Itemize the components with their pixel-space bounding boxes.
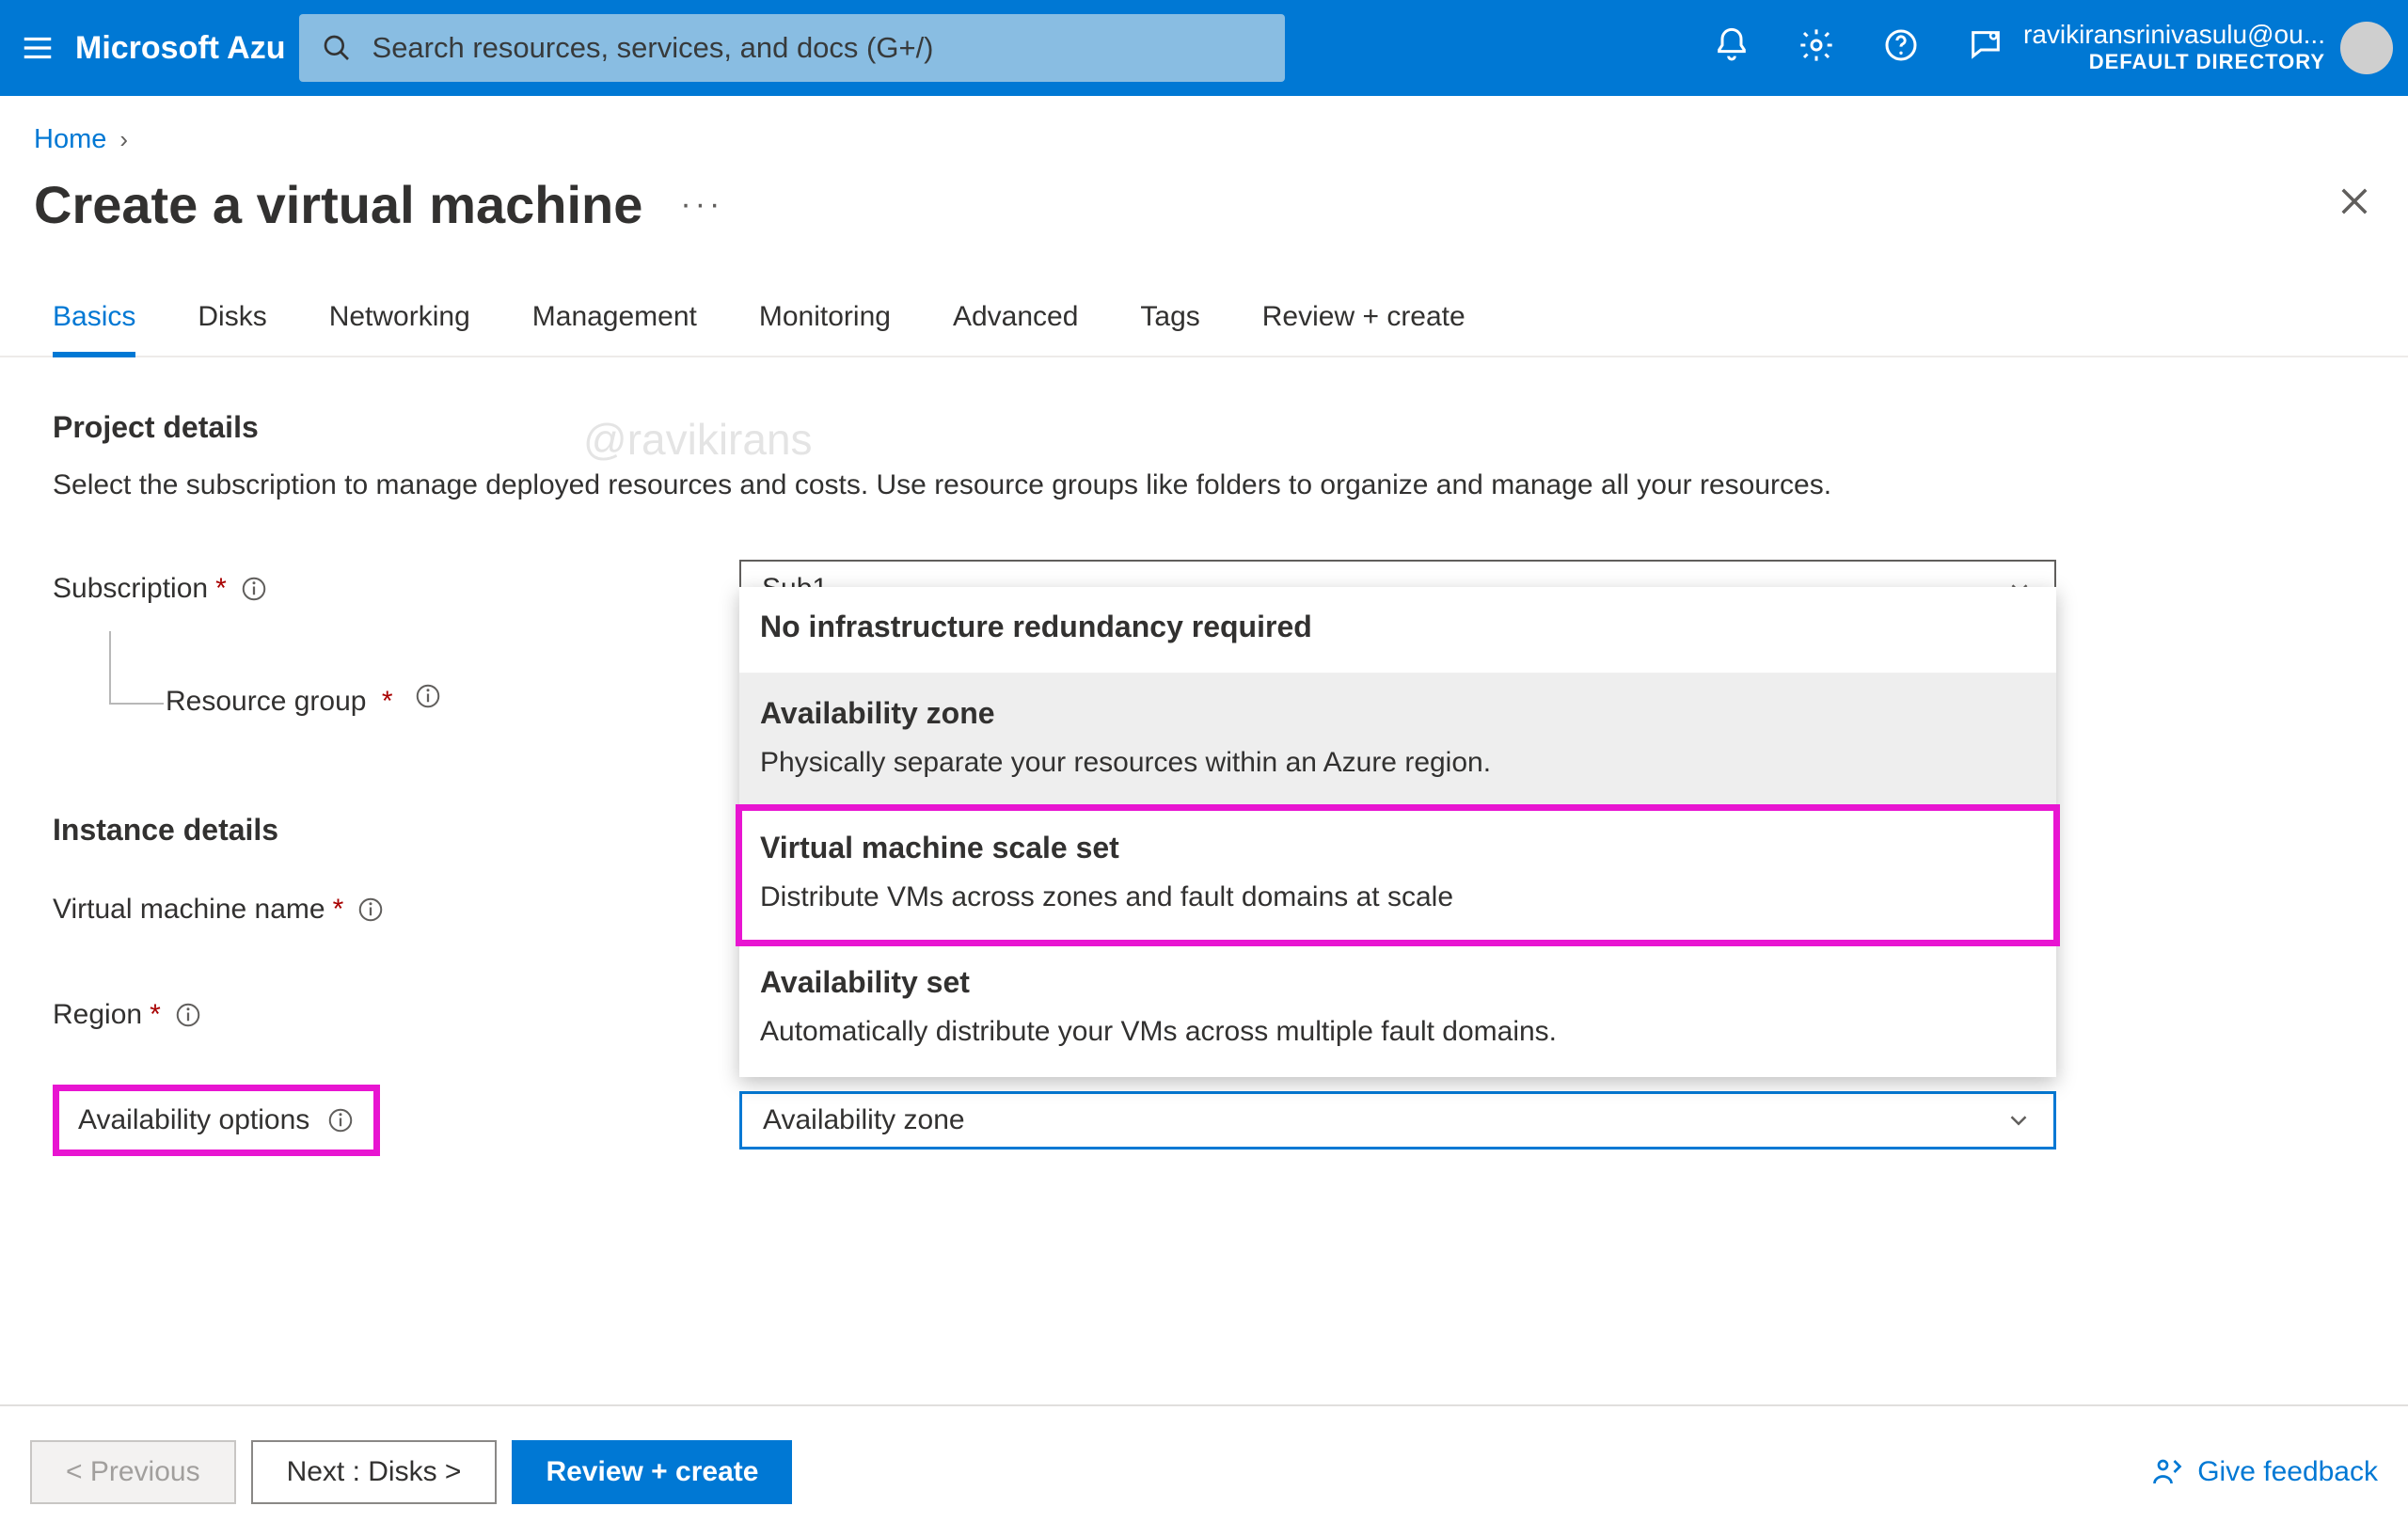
close-button[interactable] — [2335, 182, 2374, 228]
field-availability-options: Availability options Availability zone — [53, 1077, 2355, 1164]
tab-disks[interactable]: Disks — [198, 301, 266, 356]
topbar: Microsoft Azu Search resources, services… — [0, 0, 2408, 96]
region-label: Region — [53, 999, 142, 1031]
subscription-label: Subscription — [53, 573, 208, 605]
next-button[interactable]: Next : Disks > — [251, 1440, 498, 1504]
project-details-title: Project details — [53, 410, 2355, 445]
search-input[interactable]: Search resources, services, and docs (G+… — [299, 14, 1285, 82]
info-icon[interactable] — [414, 682, 442, 710]
tab-basics[interactable]: Basics — [53, 301, 135, 357]
give-feedback-link[interactable]: Give feedback — [2150, 1455, 2378, 1489]
more-actions-button[interactable]: ··· — [680, 186, 723, 223]
breadcrumb-home[interactable]: Home — [34, 124, 106, 155]
feedback-icon — [2150, 1455, 2184, 1489]
required-mark: * — [382, 686, 393, 717]
account-email: ravikiransrinivasulu@ou... — [2023, 21, 2325, 50]
project-details-desc: Select the subscription to manage deploy… — [53, 464, 2047, 508]
account-directory: DEFAULT DIRECTORY — [2023, 50, 2325, 74]
dd-option-desc: Distribute VMs across zones and fault do… — [760, 877, 2036, 918]
vm-name-label: Virtual machine name — [53, 894, 325, 926]
tab-advanced[interactable]: Advanced — [953, 301, 1078, 356]
content-panel: @ravikirans Project details Select the s… — [0, 357, 2408, 1164]
close-icon — [2335, 182, 2374, 221]
avatar — [2340, 22, 2393, 74]
give-feedback-label: Give feedback — [2197, 1456, 2378, 1488]
notifications-icon[interactable] — [1713, 26, 1751, 71]
info-icon[interactable] — [356, 896, 385, 924]
dd-option-title: Virtual machine scale set — [760, 827, 2036, 869]
dd-option-title: Availability zone — [760, 692, 2036, 735]
tab-networking[interactable]: Networking — [329, 301, 470, 356]
feedback-icon[interactable] — [1967, 26, 2004, 71]
chevron-right-icon: › — [119, 125, 128, 154]
previous-button: < Previous — [30, 1440, 236, 1504]
search-icon — [322, 33, 352, 63]
dd-option-desc: Automatically distribute your VMs across… — [760, 1011, 2036, 1053]
tab-review-create[interactable]: Review + create — [1262, 301, 1465, 356]
topbar-icons — [1713, 26, 2023, 71]
availability-options-highlight: Availability options — [53, 1085, 380, 1156]
required-mark: * — [150, 999, 161, 1031]
review-create-button[interactable]: Review + create — [512, 1440, 792, 1504]
availability-options-value: Availability zone — [763, 1104, 965, 1136]
tabs: Basics Disks Networking Management Monit… — [0, 263, 2408, 357]
required-mark: * — [333, 894, 344, 926]
brand-text: Microsoft Azu — [75, 30, 295, 67]
chevron-down-icon — [2004, 1106, 2033, 1134]
dd-option-availability-set[interactable]: Availability set Automatically distribut… — [739, 943, 2056, 1076]
resource-group-label: Resource group — [166, 686, 366, 717]
tab-monitoring[interactable]: Monitoring — [759, 301, 891, 356]
dd-option-availability-zone[interactable]: Availability zone Physically separate yo… — [739, 674, 2056, 808]
availability-options-label: Availability options — [78, 1104, 309, 1136]
dd-option-title: No infrastructure redundancy required — [760, 606, 2036, 648]
info-icon[interactable] — [326, 1106, 355, 1134]
hamburger-menu[interactable] — [0, 0, 75, 96]
page-header: Create a virtual machine ··· — [0, 168, 2408, 263]
tab-tags[interactable]: Tags — [1140, 301, 1199, 356]
page-title: Create a virtual machine — [34, 174, 642, 235]
account-menu[interactable]: ravikiransrinivasulu@ou... DEFAULT DIREC… — [2023, 21, 2408, 74]
info-icon[interactable] — [174, 1001, 202, 1029]
hamburger-icon — [20, 30, 55, 66]
required-mark: * — [215, 573, 227, 605]
dd-option-vmss[interactable]: Virtual machine scale set Distribute VMs… — [739, 808, 2056, 943]
dd-option-title: Availability set — [760, 961, 2036, 1004]
footer: < Previous Next : Disks > Review + creat… — [0, 1404, 2408, 1538]
dd-option-no-redundancy[interactable]: No infrastructure redundancy required — [739, 587, 2056, 674]
dd-option-desc: Physically separate your resources withi… — [760, 742, 2036, 784]
info-icon[interactable] — [240, 575, 268, 603]
availability-options-dropdown: No infrastructure redundancy required Av… — [739, 587, 2056, 1077]
breadcrumb: Home › — [0, 96, 2408, 168]
availability-options-select[interactable]: Availability zone — [739, 1091, 2056, 1150]
tab-management[interactable]: Management — [532, 301, 697, 356]
search-placeholder: Search resources, services, and docs (G+… — [372, 31, 934, 65]
settings-icon[interactable] — [1798, 26, 1835, 71]
help-icon[interactable] — [1882, 26, 1920, 71]
